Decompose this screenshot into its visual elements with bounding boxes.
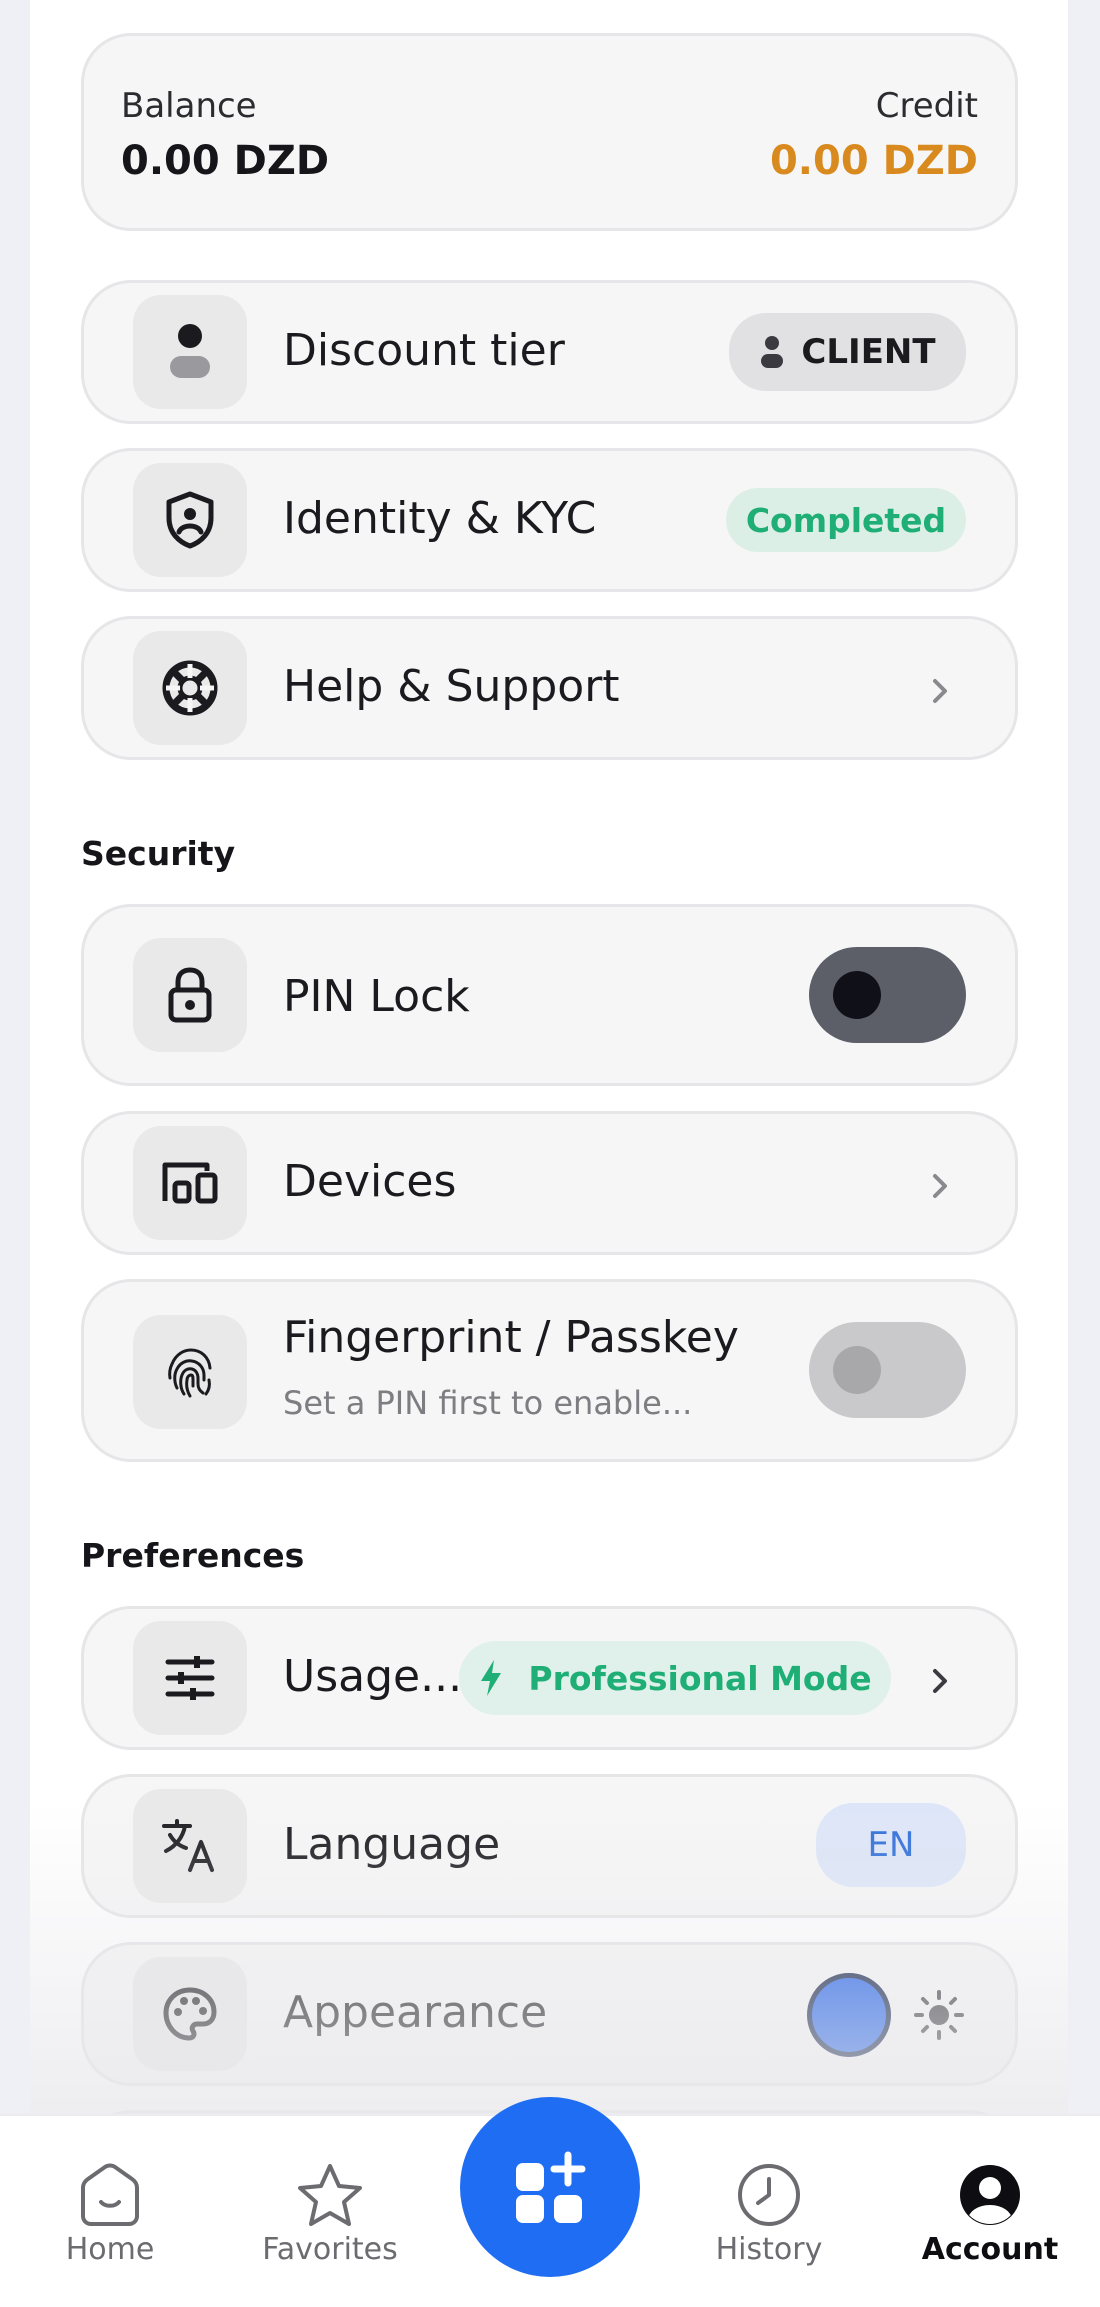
fingerprint-toggle[interactable] bbox=[809, 1322, 966, 1418]
toggle-knob bbox=[833, 971, 881, 1019]
preferences-section-title: Preferences bbox=[81, 1536, 305, 1575]
nav-favorites[interactable]: Favorites bbox=[230, 2116, 430, 2307]
shield-person-icon bbox=[133, 463, 247, 577]
grid-plus-icon bbox=[516, 2151, 586, 2223]
sun-icon[interactable] bbox=[913, 1989, 965, 2041]
nav-home-label: Home bbox=[65, 2232, 155, 2267]
balance-value: 0.00 DZD bbox=[121, 138, 330, 184]
palette-icon bbox=[133, 1957, 247, 2071]
quick-actions-button[interactable] bbox=[460, 2097, 640, 2277]
pin-lock-toggle[interactable] bbox=[809, 947, 966, 1043]
devices-label: Devices bbox=[283, 1156, 457, 1207]
appearance-row[interactable]: Appearance bbox=[81, 1942, 1018, 2086]
bolt-icon bbox=[481, 1660, 502, 1696]
balance-card: Balance 0.00 DZD Credit 0.00 DZD bbox=[81, 33, 1018, 231]
chevron-right-icon bbox=[933, 679, 947, 703]
nav-favorites-label: Favorites bbox=[262, 2232, 398, 2267]
fingerprint-label: Fingerprint / Passkey bbox=[283, 1312, 739, 1363]
professional-mode-text: Professional Mode bbox=[528, 1658, 872, 1698]
pin-lock-label: PIN Lock bbox=[283, 971, 470, 1022]
identity-kyc-row[interactable]: Identity & KYC Completed bbox=[81, 448, 1018, 592]
lock-icon bbox=[133, 938, 247, 1052]
account-icon bbox=[960, 2165, 1020, 2225]
credit-label: Credit bbox=[875, 86, 978, 126]
nav-history-label: History bbox=[715, 2232, 823, 2267]
tier-badge-text: CLIENT bbox=[801, 332, 936, 372]
lifebuoy-icon bbox=[133, 631, 247, 745]
accent-color-swatch[interactable] bbox=[807, 1973, 891, 2057]
nav-history[interactable]: History bbox=[669, 2116, 869, 2307]
help-support-row[interactable]: Help & Support bbox=[81, 616, 1018, 760]
fingerprint-icon bbox=[133, 1315, 247, 1429]
discount-tier-label: Discount tier bbox=[283, 325, 565, 376]
language-badge[interactable]: EN bbox=[816, 1803, 966, 1887]
tier-badge: CLIENT bbox=[729, 313, 966, 391]
person-icon bbox=[761, 336, 784, 368]
chevron-right-icon bbox=[933, 1174, 947, 1198]
credit-value: 0.00 DZD bbox=[769, 138, 978, 184]
devices-row[interactable]: Devices bbox=[81, 1111, 1018, 1255]
kyc-status-badge: Completed bbox=[726, 488, 966, 552]
identity-kyc-label: Identity & KYC bbox=[283, 493, 597, 544]
language-row[interactable]: Language EN bbox=[81, 1774, 1018, 1918]
clock-icon bbox=[738, 2164, 800, 2226]
devices-icon bbox=[133, 1126, 247, 1240]
fingerprint-sublabel: Set a PIN first to enable... bbox=[283, 1384, 693, 1422]
translate-icon bbox=[133, 1789, 247, 1903]
usage-row[interactable]: Usage... Professional Mode bbox=[81, 1606, 1018, 1750]
discount-tier-row[interactable]: Discount tier CLIENT bbox=[81, 280, 1018, 424]
security-section-title: Security bbox=[81, 834, 236, 873]
help-support-label: Help & Support bbox=[283, 661, 620, 712]
nav-home[interactable]: Home bbox=[10, 2116, 210, 2307]
pin-lock-row[interactable]: PIN Lock bbox=[81, 904, 1018, 1086]
toggle-knob bbox=[833, 1346, 881, 1394]
sliders-icon bbox=[133, 1621, 247, 1735]
nav-account-label: Account bbox=[921, 2232, 1059, 2267]
balance-label: Balance bbox=[121, 86, 257, 126]
fingerprint-row[interactable]: Fingerprint / Passkey Set a PIN first to… bbox=[81, 1279, 1018, 1462]
nav-account[interactable]: Account bbox=[890, 2116, 1090, 2307]
professional-mode-badge: Professional Mode bbox=[459, 1641, 891, 1715]
person-icon bbox=[133, 295, 247, 409]
star-icon bbox=[298, 2164, 362, 2226]
usage-label: Usage... bbox=[283, 1651, 463, 1702]
appearance-label: Appearance bbox=[283, 1987, 548, 2038]
home-icon bbox=[81, 2163, 139, 2226]
language-label: Language bbox=[283, 1819, 501, 1870]
chevron-right-icon bbox=[933, 1669, 947, 1693]
